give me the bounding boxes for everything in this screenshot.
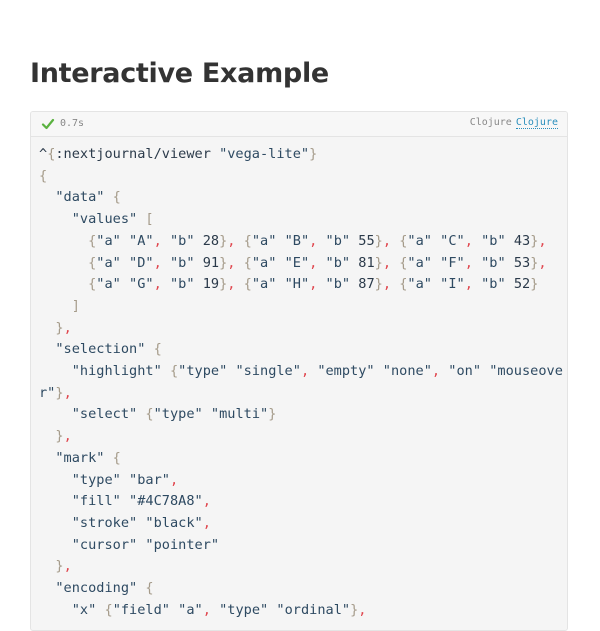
code-line: {"a" "G", "b" 19}, {"a" "H", "b" 87}, {"… — [88, 276, 539, 293]
code-line: }, — [55, 558, 72, 575]
run-duration: 0.7s — [60, 118, 85, 129]
code-line: "type" "bar", — [71, 471, 179, 488]
code-line: "encoding" { — [55, 580, 154, 597]
code-line: "highlight" {"type" "single", "empty" "n… — [39, 363, 563, 401]
page-title: Interactive Example — [30, 58, 329, 89]
language-indicator: Clojure Clojure — [469, 117, 558, 129]
code-line: "fill" "#4C78A8", — [71, 493, 211, 510]
code-line: "data" { — [55, 189, 121, 206]
check-icon — [41, 118, 55, 130]
code-line: }, — [55, 319, 72, 336]
cell-header: 0.7s Clojure Clojure — [31, 112, 567, 137]
code-line: ^{:nextjournal/viewer "vega-lite"} — [39, 146, 318, 162]
code-line: {"a" "A", "b" 28}, {"a" "B", "b" 55}, {"… — [88, 232, 547, 249]
code-line: }, — [55, 428, 72, 445]
code-line: "selection" { — [55, 341, 162, 358]
code-line: "stroke" "black", — [71, 514, 211, 531]
code-line: "mark" { — [55, 449, 121, 466]
code-line: "values" [ — [71, 211, 154, 228]
code-line: "select" {"type" "multi"} — [71, 406, 277, 423]
code-cell[interactable]: 0.7s Clojure Clojure ^{:nextjournal/viewe… — [30, 111, 568, 631]
code-line: ] — [71, 297, 80, 314]
code-line: "x" {"field" "a", "type" "ordinal"}, — [71, 601, 367, 618]
language-link[interactable]: Clojure — [515, 117, 558, 129]
code-line: {"a" "D", "b" 91}, {"a" "E", "b" 81}, {"… — [88, 254, 547, 271]
code-editor[interactable]: ^{:nextjournal/viewer "vega-lite"} { "dat… — [31, 137, 567, 621]
language-label: Clojure — [469, 117, 512, 128]
code-line: { — [39, 167, 48, 184]
code-line: "cursor" "pointer" — [71, 536, 220, 553]
